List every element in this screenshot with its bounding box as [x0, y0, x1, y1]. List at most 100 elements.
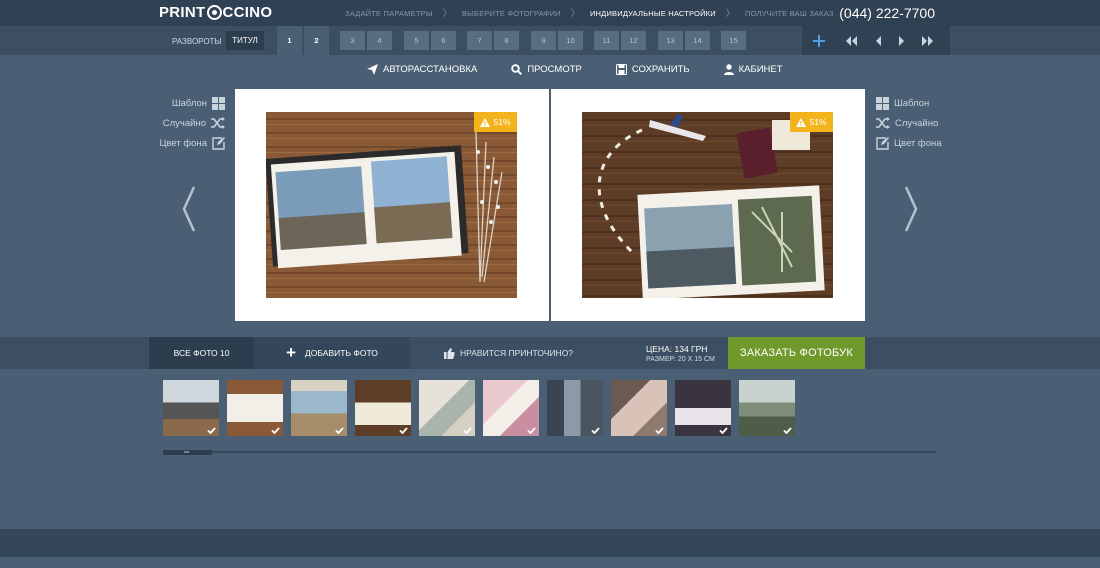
shuffle-icon	[876, 117, 890, 129]
footer-bar	[0, 529, 1100, 557]
photo-thumbnail[interactable]	[163, 380, 219, 436]
right-bg-color-button[interactable]: Цвет фона	[876, 133, 946, 153]
spread-nav-controls	[802, 26, 950, 55]
check-icon	[655, 427, 664, 434]
step-get-order[interactable]: ПОЛУЧИТЕ ВАШ ЗАКАЗ	[745, 9, 834, 18]
order-photobook-button[interactable]: ЗАКАЗАТЬ ФОТОБУК	[728, 337, 865, 369]
logo-mark-icon	[206, 5, 222, 20]
random-label: Случайно	[895, 117, 939, 129]
plus-icon: +	[286, 343, 297, 362]
step-separator-icon: 〉	[570, 8, 580, 18]
photo-thumbnail[interactable]	[227, 380, 283, 436]
photo-thumbnail[interactable]	[355, 380, 411, 436]
thumbnail-scroll-track[interactable]	[163, 451, 936, 453]
template-label: Шаблон	[171, 97, 207, 109]
editor-toolbar: АВТОРАССТАНОВКА ПРОСМОТР СОХРАНИТЬ КАБИН…	[367, 64, 817, 75]
like-button[interactable]: НРАВИТСЯ ПРИНТОЧИНО?	[444, 337, 573, 369]
check-icon	[719, 427, 728, 434]
photo-thumbnail[interactable]	[483, 380, 539, 436]
spread-page-button[interactable]: 11	[594, 31, 619, 50]
save-label: СОХРАНИТЬ	[631, 64, 690, 75]
shuffle-icon	[211, 117, 225, 129]
bg-color-label: Цвет фона	[159, 137, 207, 149]
photo-thumbnail[interactable]	[419, 380, 475, 436]
right-page[interactable]: 51%	[551, 89, 865, 321]
spread-page-button[interactable]: 13	[658, 31, 683, 50]
photo-thumbnail-strip	[163, 380, 803, 436]
photobook-image	[266, 112, 517, 298]
spread-page-button[interactable]: 6	[431, 31, 456, 50]
photo-thumbnail[interactable]	[739, 380, 795, 436]
auto-arrange-label: АВТОРАССТАНОВКА	[383, 64, 478, 75]
edit-icon	[212, 136, 225, 150]
left-page-photo[interactable]: 51%	[266, 112, 517, 298]
prev-page-arrow-icon[interactable]	[181, 186, 197, 232]
edit-icon	[876, 136, 889, 150]
right-template-button[interactable]: Шаблон	[876, 93, 946, 113]
logo[interactable]: PRINT CCINO	[159, 4, 272, 21]
right-random-button[interactable]: Случайно	[876, 113, 946, 133]
step-photos[interactable]: ВЫБЕРИТЕ ФОТОГРАФИИ	[462, 9, 561, 18]
add-spread-icon[interactable]	[807, 26, 831, 55]
spread-page-button[interactable]: 5	[404, 31, 429, 50]
spread-page-button[interactable]: 8	[494, 31, 519, 50]
next-page-arrow-icon[interactable]	[903, 186, 919, 232]
send-icon	[367, 64, 378, 75]
right-page-photo[interactable]: 51%	[582, 112, 833, 298]
prev-spread-icon[interactable]	[866, 26, 890, 55]
logo-text-right: CCINO	[222, 4, 273, 21]
step-separator-icon: 〉	[442, 8, 452, 18]
quality-warning-badge[interactable]: 51%	[474, 112, 517, 132]
photo-thumbnail[interactable]	[675, 380, 731, 436]
spread-page-button[interactable]: 1	[277, 26, 302, 55]
auto-arrange-button[interactable]: АВТОРАССТАНОВКА	[367, 64, 477, 75]
order-steps: ЗАДАЙТЕ ПАРАМЕТРЫ 〉 ВЫБЕРИТЕ ФОТОГРАФИИ …	[345, 8, 834, 19]
thumbnail-scrollbar[interactable]	[163, 450, 212, 455]
size-label: РАЗМЕР: 20 Х 15 СМ	[646, 356, 715, 363]
search-icon	[511, 64, 523, 75]
spread-page-button[interactable]: 14	[685, 31, 710, 50]
next-spread-icon[interactable]	[890, 26, 914, 55]
spread-page-button[interactable]: 7	[467, 31, 492, 50]
left-bg-color-button[interactable]: Цвет фона	[155, 133, 225, 153]
left-page-tools: Шаблон Случайно Цвет фона	[155, 93, 225, 153]
left-template-button[interactable]: Шаблон	[155, 93, 225, 113]
cabinet-button[interactable]: КАБИНЕТ	[723, 64, 783, 75]
title-page-button[interactable]: ТИТУЛ	[226, 31, 264, 50]
add-photo-label: ДОБАВИТЬ ФОТО	[305, 348, 378, 358]
spread-page-button[interactable]: 15	[721, 31, 746, 50]
last-spread-icon[interactable]	[916, 26, 940, 55]
logo-text-left: PRINT	[159, 4, 206, 21]
spread-page-button[interactable]: 10	[558, 31, 583, 50]
photo-thumbnail[interactable]	[547, 380, 603, 436]
spread-page-button[interactable]: 3	[340, 31, 365, 50]
save-button[interactable]: СОХРАНИТЬ	[615, 64, 690, 75]
check-icon	[591, 427, 600, 434]
spreads-label: РАЗВОРОТЫ	[172, 37, 222, 46]
step-parameters[interactable]: ЗАДАЙТЕ ПАРАМЕТРЫ	[345, 9, 433, 18]
check-icon	[783, 427, 792, 434]
left-page[interactable]: 51%	[235, 89, 549, 321]
grid-icon	[212, 96, 225, 110]
spread-page-button[interactable]: 12	[621, 31, 646, 50]
quality-warning-badge[interactable]: 51%	[790, 112, 833, 132]
step-custom-settings[interactable]: ИНДИВИДУАЛЬНЫЕ НАСТРОЙКИ	[590, 9, 716, 18]
preview-button[interactable]: ПРОСМОТР	[511, 64, 582, 75]
first-spread-icon[interactable]	[839, 26, 863, 55]
spread-page-button[interactable]: 9	[531, 31, 556, 50]
spread-page-button[interactable]: 4	[367, 31, 392, 50]
all-photos-tab[interactable]: ВСЕ ФОТО 10	[149, 337, 254, 369]
photo-thumbnail[interactable]	[291, 380, 347, 436]
step-separator-icon: 〉	[725, 8, 736, 18]
template-label: Шаблон	[894, 97, 930, 109]
user-icon	[723, 64, 734, 75]
thumbs-up-icon	[444, 347, 455, 359]
left-random-button[interactable]: Случайно	[155, 113, 225, 133]
bg-color-label: Цвет фона	[894, 137, 942, 149]
photo-thumbnail[interactable]	[611, 380, 667, 436]
spread-page-button[interactable]: 2	[304, 26, 329, 55]
spreads-bar: РАЗВОРОТЫ ТИТУЛ 1 2 3 4 5 6 7 8 9 10 11 …	[0, 26, 1100, 55]
check-icon	[271, 427, 280, 434]
add-photo-button[interactable]: + ДОБАВИТЬ ФОТО	[254, 337, 410, 369]
right-page-tools: Шаблон Случайно Цвет фона	[876, 93, 946, 153]
